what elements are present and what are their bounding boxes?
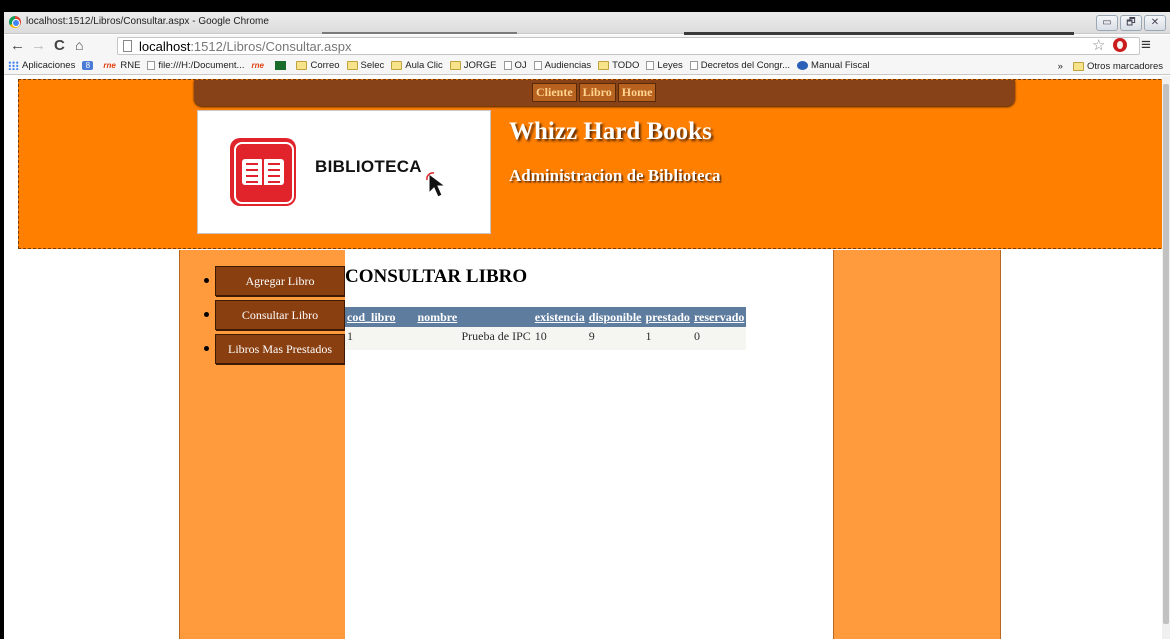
bookmark-todo[interactable]: TODO (598, 60, 639, 71)
bookmark-rtve[interactable] (275, 61, 289, 70)
scrollbar-thumb[interactable] (1163, 84, 1169, 624)
bookmark-rne-2[interactable]: rne (251, 61, 268, 70)
page-icon (533, 61, 542, 70)
folder-icon (598, 61, 610, 70)
cell-nombre: Prueba de IPC (397, 327, 533, 350)
bookmark-otros-marcadores[interactable]: Otros marcadores (1072, 61, 1163, 72)
chrome-icon (9, 16, 21, 28)
book-logo-icon (230, 138, 296, 206)
back-arrow-icon[interactable]: ← (10, 37, 25, 54)
left-sidebar: Agregar Libro Consultar Libro Libros Mas… (179, 250, 345, 639)
close-button[interactable]: ✕ (1144, 15, 1166, 31)
libros-mas-prestados-button[interactable]: Libros Mas Prestados (215, 334, 345, 364)
side-menu-item: Agregar Libro (180, 266, 346, 296)
bookmark-selec[interactable]: Selec (346, 60, 384, 71)
folder-icon (296, 61, 308, 70)
folder-icon (449, 61, 461, 70)
cell-disponible: 9 (586, 327, 644, 350)
folder-icon (391, 61, 403, 70)
side-menu: Agregar Libro Consultar Libro Libros Mas… (180, 266, 346, 368)
window-title: localhost:1512/Libros/Consultar.aspx - G… (26, 16, 269, 27)
vertical-scrollbar[interactable] (1162, 76, 1170, 639)
rne-icon: rne (251, 61, 264, 70)
cell-reservado: 0 (691, 327, 747, 350)
reload-icon[interactable]: C (54, 37, 65, 54)
bookmark-aula-clic[interactable]: Aula Clic (391, 60, 443, 71)
cursor-icon (426, 172, 447, 198)
minimize-button[interactable]: ▭ (1096, 15, 1118, 31)
nav-link-libro[interactable]: Libro (578, 83, 616, 102)
site-title: Whizz Hard Books (509, 118, 712, 145)
top-navigation: Cliente Libro Home (194, 80, 1015, 106)
consultar-libro-button[interactable]: Consultar Libro (215, 300, 345, 330)
forward-arrow-icon[interactable]: → (31, 37, 46, 54)
tab-edge (322, 32, 517, 34)
table-header-row: cod_libro nombre existencia disponible p… (345, 307, 747, 327)
column-header-prestado[interactable]: prestado (643, 307, 692, 327)
bookmark-leyes[interactable]: Leyes (646, 60, 683, 71)
page-icon (646, 61, 655, 70)
window-titlebar: localhost:1512/Libros/Consultar.aspx - G… (4, 12, 1170, 35)
bookmarks-overflow: » Otros marcadores (1051, 57, 1170, 74)
nav-link-home[interactable]: Home (617, 83, 657, 102)
agregar-libro-button[interactable]: Agregar Libro (215, 266, 345, 296)
bookmark-audiencias[interactable]: Audiencias (533, 60, 591, 71)
books-table: cod_libro nombre existencia disponible p… (345, 307, 747, 350)
bookmark-correo[interactable]: Correo (296, 60, 340, 71)
bookmark-jorge[interactable]: JORGE (449, 60, 497, 71)
manual-fiscal-icon (797, 61, 809, 70)
bookmark-google[interactable]: 8 (82, 61, 96, 70)
google-icon: 8 (82, 61, 94, 70)
page-icon (147, 61, 156, 70)
extension-icon[interactable] (1113, 38, 1127, 52)
side-menu-item: Libros Mas Prestados (180, 334, 346, 364)
menu-icon[interactable]: ≡ (1141, 35, 1151, 55)
main-content: CONSULTAR LIBRO cod_libro nombre existen… (345, 250, 833, 639)
open-book-icon (242, 159, 284, 185)
nav-link-cliente[interactable]: Cliente (532, 83, 577, 102)
page-icon (123, 40, 132, 52)
cell-existencia: 10 (532, 327, 587, 350)
bookmark-apps[interactable]: Aplicaciones (8, 60, 75, 71)
bookmark-rne[interactable]: rne RNE (103, 60, 140, 71)
bookmark-decretos[interactable]: Decretos del Congr... (689, 60, 790, 71)
column-header-existencia[interactable]: existencia (532, 307, 587, 327)
page-icon (503, 61, 512, 70)
cell-cod-libro: 1 (345, 327, 398, 350)
bookmark-oj[interactable]: OJ (503, 60, 527, 71)
page-title: CONSULTAR LIBRO (345, 266, 528, 287)
apps-icon (8, 61, 19, 70)
site-subtitle: Administracion de Biblioteca (509, 166, 721, 185)
home-icon[interactable]: ⌂ (75, 37, 83, 54)
cell-prestado: 1 (643, 327, 692, 350)
folder-icon (346, 61, 358, 70)
site-header: Cliente Libro Home BIBLIOTECA Whizz Hard… (18, 79, 1162, 249)
bookmark-star-icon[interactable]: ☆ (1092, 36, 1105, 54)
folder-icon (1072, 61, 1084, 71)
page-viewport: Cliente Libro Home BIBLIOTECA Whizz Hard… (4, 76, 1162, 639)
browser-window: localhost:1512/Libros/Consultar.aspx - G… (4, 12, 1170, 639)
page-icon (689, 61, 698, 70)
table-row: 1 Prueba de IPC 10 9 1 0 (345, 327, 747, 350)
address-bar[interactable]: localhost:1512/Libros/Consultar.aspx (117, 37, 1140, 55)
url-text[interactable]: localhost:1512/Libros/Consultar.aspx (139, 39, 351, 54)
bookmark-file[interactable]: file:///H:/Document... (147, 60, 244, 71)
bookmark-manual-fiscal[interactable]: Manual Fiscal (797, 60, 870, 71)
column-header-reservado[interactable]: reservado (691, 307, 747, 327)
site-logo: BIBLIOTECA (197, 110, 491, 234)
rne-icon: rne (103, 61, 116, 70)
bookmarks-bar: Aplicaciones 8 rne RNE file:///H:/Documen… (4, 57, 1170, 75)
maximize-button[interactable]: 🗗 (1120, 15, 1142, 31)
right-sidebar (833, 250, 1001, 639)
column-header-nombre[interactable]: nombre (397, 307, 533, 327)
column-header-disponible[interactable]: disponible (586, 307, 644, 327)
side-menu-item: Consultar Libro (180, 300, 346, 330)
browser-toolbar: ← → C ⌂ localhost:1512/Libros/Consultar.… (4, 35, 1170, 57)
window-controls: ▭ 🗗 ✕ (1096, 15, 1166, 31)
column-header-cod-libro[interactable]: cod_libro (345, 307, 398, 327)
more-bookmarks-chevron[interactable]: » (1058, 61, 1063, 72)
rtve-icon (275, 61, 287, 70)
logo-text: BIBLIOTECA (315, 157, 422, 176)
